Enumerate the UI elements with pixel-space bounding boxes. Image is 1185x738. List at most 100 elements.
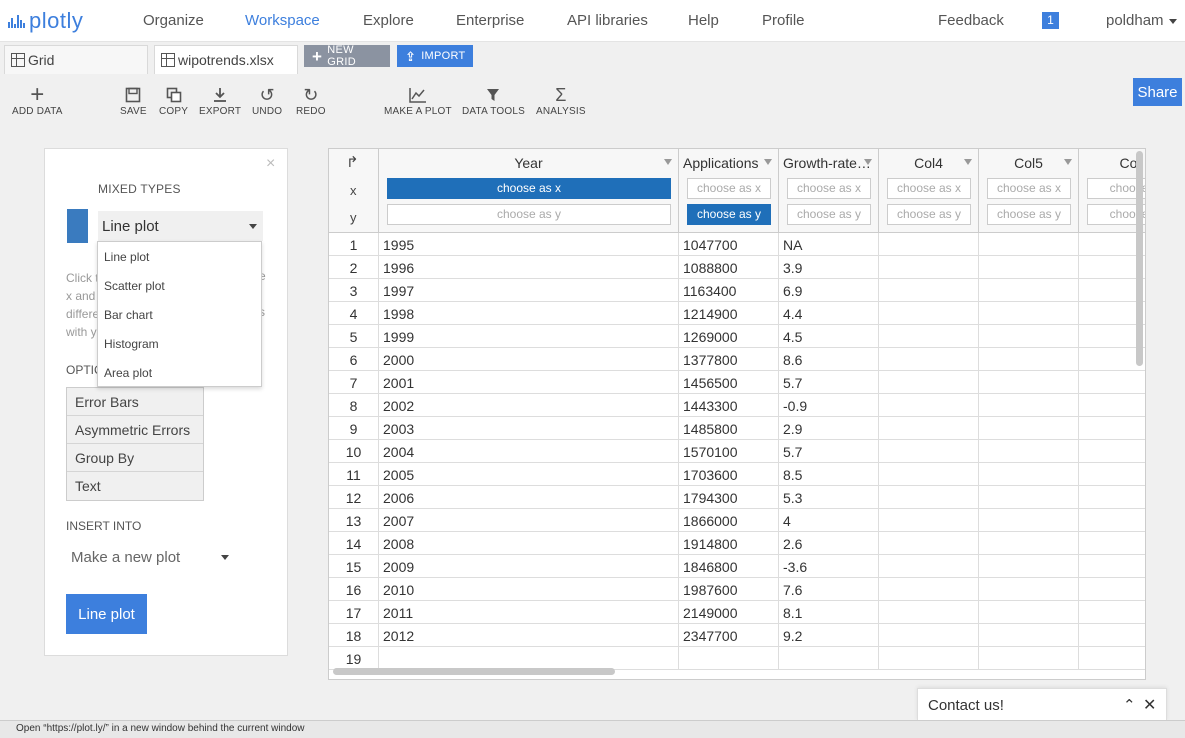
table-cell[interactable]: 1377800 (679, 348, 779, 371)
dropdown-item-area-plot[interactable]: Area plot (98, 358, 261, 387)
table-cell[interactable] (979, 578, 1079, 601)
option-asymmetric-errors[interactable]: Asymmetric Errors (67, 416, 203, 444)
table-cell[interactable] (979, 486, 1079, 509)
table-cell[interactable] (1079, 509, 1145, 532)
table-cell[interactable] (879, 417, 979, 440)
table-cell[interactable] (979, 463, 1079, 486)
chevron-up-icon[interactable]: ⌃ (1123, 696, 1136, 714)
table-cell[interactable]: 1570100 (679, 440, 779, 463)
table-cell[interactable] (1079, 463, 1145, 486)
column-header[interactable]: Year choose as x choose as y (379, 149, 679, 233)
table-cell[interactable] (979, 647, 1079, 670)
option-text[interactable]: Text (67, 472, 203, 500)
column-header[interactable]: Col4 choose as x choose as y (879, 149, 979, 233)
column-header[interactable]: Growth-rate… choose as x choose as y (779, 149, 879, 233)
table-cell[interactable] (879, 256, 979, 279)
dropdown-item-line-plot[interactable]: Line plot (98, 242, 261, 271)
table-cell[interactable]: 2009 (379, 555, 679, 578)
table-cell[interactable] (879, 325, 979, 348)
table-cell[interactable]: 8.5 (779, 463, 879, 486)
table-cell[interactable] (979, 624, 1079, 647)
undo-button[interactable]: ↺ UNDO (252, 84, 282, 118)
user-menu[interactable]: poldham (1106, 12, 1177, 29)
choose-x-button[interactable]: choose as x (387, 178, 671, 199)
choose-x-button[interactable]: choose as x (987, 178, 1071, 199)
table-cell[interactable]: 1047700 (679, 233, 779, 256)
table-cell[interactable]: 8.1 (779, 601, 879, 624)
table-cell[interactable]: -3.6 (779, 555, 879, 578)
make-plot-button[interactable]: MAKE A PLOT (384, 84, 452, 117)
plotly-logo[interactable]: plotly (8, 7, 83, 35)
choose-x-button[interactable]: choose as x (887, 178, 971, 199)
table-cell[interactable]: 1456500 (679, 371, 779, 394)
save-button[interactable]: SAVE (120, 84, 147, 117)
table-cell[interactable]: 1269000 (679, 325, 779, 348)
nav-feedback[interactable]: Feedback (938, 12, 1004, 29)
table-cell[interactable] (1079, 486, 1145, 509)
nav-help[interactable]: Help (688, 12, 719, 29)
table-cell[interactable] (879, 532, 979, 555)
table-cell[interactable]: 1163400 (679, 279, 779, 302)
table-cell[interactable]: -0.9 (779, 394, 879, 417)
plot-type-select[interactable]: Line plot (98, 211, 263, 241)
notification-badge[interactable]: 1 (1042, 12, 1059, 29)
choose-y-button[interactable]: choose as y (887, 204, 971, 225)
table-cell[interactable] (879, 486, 979, 509)
table-cell[interactable]: 9.2 (779, 624, 879, 647)
nav-enterprise[interactable]: Enterprise (456, 12, 524, 29)
dropdown-item-scatter-plot[interactable]: Scatter plot (98, 271, 261, 300)
share-button[interactable]: Share (1133, 78, 1182, 106)
table-cell[interactable] (879, 394, 979, 417)
import-button[interactable]: ⇪ IMPORT (397, 45, 473, 67)
table-cell[interactable]: 1999 (379, 325, 679, 348)
nav-profile[interactable]: Profile (762, 12, 805, 29)
choose-y-button[interactable]: choose as y (787, 204, 871, 225)
column-header[interactable]: Col5 choose as x choose as y (979, 149, 1079, 233)
table-cell[interactable] (879, 601, 979, 624)
table-cell[interactable] (679, 647, 779, 670)
nav-organize[interactable]: Organize (143, 12, 204, 29)
table-cell[interactable] (879, 233, 979, 256)
table-cell[interactable] (879, 555, 979, 578)
table-cell[interactable] (1079, 647, 1145, 670)
table-cell[interactable]: 4.5 (779, 325, 879, 348)
table-cell[interactable]: 2003 (379, 417, 679, 440)
table-cell[interactable]: 2012 (379, 624, 679, 647)
table-cell[interactable]: 1995 (379, 233, 679, 256)
table-cell[interactable]: 2005 (379, 463, 679, 486)
column-menu-icon[interactable] (764, 159, 772, 165)
option-error-bars[interactable]: Error Bars (67, 388, 203, 416)
table-cell[interactable] (1079, 417, 1145, 440)
trace-color-swatch[interactable] (67, 209, 88, 243)
table-cell[interactable] (979, 371, 1079, 394)
table-cell[interactable]: 1794300 (679, 486, 779, 509)
choose-y-button[interactable]: choose as y (687, 204, 771, 225)
table-cell[interactable]: 8.6 (779, 348, 879, 371)
table-cell[interactable]: 2004 (379, 440, 679, 463)
data-tools-button[interactable]: DATA TOOLS (462, 84, 525, 117)
dropdown-item-bar-chart[interactable]: Bar chart (98, 300, 261, 329)
table-cell[interactable] (879, 279, 979, 302)
add-data-button[interactable]: + ADD DATA (12, 81, 63, 117)
table-cell[interactable] (979, 601, 1079, 624)
nav-explore[interactable]: Explore (363, 12, 414, 29)
copy-button[interactable]: COPY (159, 84, 188, 117)
table-cell[interactable]: 5.7 (779, 440, 879, 463)
create-plot-button[interactable]: Line plot (66, 594, 147, 634)
table-cell[interactable] (979, 279, 1079, 302)
table-cell[interactable] (979, 417, 1079, 440)
close-icon[interactable]: ✕ (1143, 695, 1156, 715)
table-cell[interactable]: 1914800 (679, 532, 779, 555)
table-cell[interactable]: 5.3 (779, 486, 879, 509)
table-cell[interactable]: 1443300 (679, 394, 779, 417)
table-cell[interactable]: 2010 (379, 578, 679, 601)
column-menu-icon[interactable] (664, 159, 672, 165)
table-cell[interactable]: 2.9 (779, 417, 879, 440)
table-cell[interactable]: 2001 (379, 371, 679, 394)
table-cell[interactable]: 2007 (379, 509, 679, 532)
table-cell[interactable] (979, 394, 1079, 417)
table-cell[interactable]: 2006 (379, 486, 679, 509)
table-cell[interactable] (879, 624, 979, 647)
table-cell[interactable]: 2347700 (679, 624, 779, 647)
table-cell[interactable] (1079, 532, 1145, 555)
